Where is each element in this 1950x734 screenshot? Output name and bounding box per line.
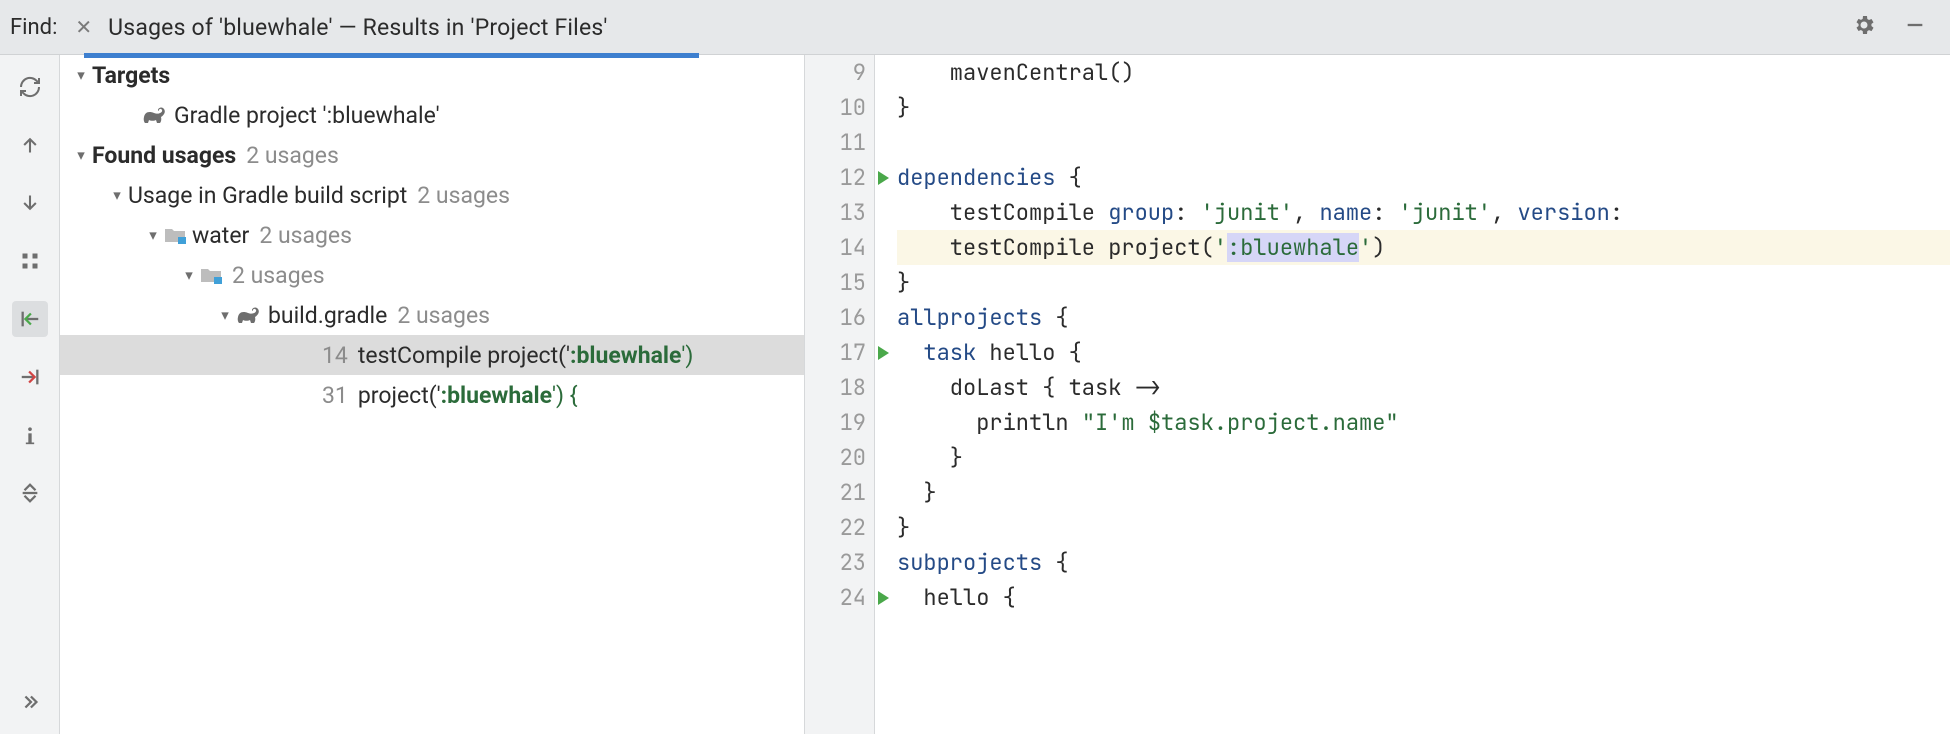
run-gutter-icon[interactable] bbox=[878, 171, 889, 185]
gradle-icon bbox=[236, 305, 262, 325]
code-line[interactable]: subprojects { bbox=[897, 545, 1950, 580]
code-preview: 9101112131415161718192021222324 mavenCen… bbox=[805, 55, 1950, 734]
rerun-icon[interactable] bbox=[12, 69, 48, 105]
code-area[interactable]: mavenCentral()} dependencies { testCompil… bbox=[897, 55, 1950, 734]
import-icon[interactable] bbox=[12, 301, 48, 337]
target-project-node[interactable]: Gradle project ':bluewhale' bbox=[60, 95, 804, 135]
code-line[interactable]: allprojects { bbox=[897, 300, 1950, 335]
folder-node-anon[interactable]: ▾ 2 usages bbox=[60, 255, 804, 295]
line-number: 11 bbox=[805, 125, 866, 160]
find-header: Find: ✕ Usages of 'bluewhale' — Results … bbox=[0, 0, 1950, 55]
line-number: 18 bbox=[805, 370, 866, 405]
find-toolbar bbox=[0, 55, 60, 734]
usage-count: 2 usages bbox=[246, 142, 339, 169]
chevron-down-icon[interactable]: ▾ bbox=[214, 306, 236, 324]
active-tab-indicator bbox=[84, 53, 699, 58]
line-number: 31 bbox=[322, 382, 348, 409]
code-line[interactable]: } bbox=[897, 440, 1950, 475]
code-line[interactable]: } bbox=[897, 510, 1950, 545]
chevron-down-icon[interactable]: ▾ bbox=[70, 66, 92, 84]
folder-node-water[interactable]: ▾ water 2 usages bbox=[60, 215, 804, 255]
line-number: 17 bbox=[805, 335, 866, 370]
line-number: 15 bbox=[805, 265, 866, 300]
code-line[interactable]: hello { bbox=[897, 580, 1950, 615]
chevron-down-icon[interactable]: ▾ bbox=[142, 226, 164, 244]
code-line[interactable]: println "I'm $task.project.name" bbox=[897, 405, 1950, 440]
code-line[interactable]: testCompile group: 'junit', name: 'junit… bbox=[897, 195, 1950, 230]
line-number: 14 bbox=[322, 342, 348, 369]
usages-tree: ▾ Targets Gradle project ':bluewhale' ▾ … bbox=[60, 55, 805, 734]
prev-occurrence-icon[interactable] bbox=[12, 127, 48, 163]
usage-result-1[interactable]: 14 testCompile project(':bluewhale') bbox=[60, 335, 804, 375]
line-gutter: 9101112131415161718192021222324 bbox=[805, 55, 875, 734]
folder-icon bbox=[164, 226, 186, 244]
usage-count: 2 usages bbox=[397, 302, 490, 329]
code-line[interactable]: } bbox=[897, 265, 1950, 300]
line-number: 16 bbox=[805, 300, 866, 335]
info-icon[interactable] bbox=[12, 417, 48, 453]
group-node[interactable]: ▾ Usage in Gradle build script 2 usages bbox=[60, 175, 804, 215]
code-line[interactable]: } bbox=[897, 90, 1950, 125]
file-node[interactable]: ▾ build.gradle 2 usages bbox=[60, 295, 804, 335]
find-label: Find: bbox=[0, 15, 67, 40]
usage-count: 2 usages bbox=[417, 182, 510, 209]
line-number: 23 bbox=[805, 545, 866, 580]
found-usages-node[interactable]: ▾ Found usages 2 usages bbox=[60, 135, 804, 175]
chevron-down-icon[interactable]: ▾ bbox=[178, 266, 200, 284]
target-project-label: Gradle project ':bluewhale' bbox=[174, 102, 440, 129]
line-number: 13 bbox=[805, 195, 866, 230]
line-number: 14 bbox=[805, 230, 866, 265]
usage-result-2[interactable]: 31 project(':bluewhale') { bbox=[60, 375, 804, 415]
more-icon[interactable] bbox=[12, 684, 48, 720]
targets-node[interactable]: ▾ Targets bbox=[60, 55, 804, 95]
minimize-icon[interactable] bbox=[1890, 14, 1940, 41]
next-occurrence-icon[interactable] bbox=[12, 185, 48, 221]
line-number: 9 bbox=[805, 55, 866, 90]
gear-icon[interactable] bbox=[1838, 13, 1890, 42]
chevron-down-icon[interactable]: ▾ bbox=[106, 186, 128, 204]
folder-icon bbox=[200, 266, 222, 284]
run-gutter-icon[interactable] bbox=[878, 346, 889, 360]
line-number: 22 bbox=[805, 510, 866, 545]
usage-count: 2 usages bbox=[259, 222, 352, 249]
code-line[interactable]: } bbox=[897, 475, 1950, 510]
code-line[interactable]: dependencies { bbox=[897, 160, 1950, 195]
find-tab-title[interactable]: Usages of 'bluewhale' — Results in 'Proj… bbox=[100, 14, 615, 41]
usage-count: 2 usages bbox=[232, 262, 325, 289]
line-number: 19 bbox=[805, 405, 866, 440]
expand-all-icon[interactable] bbox=[12, 475, 48, 511]
group-by-icon[interactable] bbox=[12, 243, 48, 279]
code-line[interactable]: doLast { task -> bbox=[897, 370, 1950, 405]
chevron-down-icon[interactable]: ▾ bbox=[70, 146, 92, 164]
gradle-icon bbox=[142, 105, 168, 125]
code-line[interactable]: mavenCentral() bbox=[897, 55, 1950, 90]
line-number: 20 bbox=[805, 440, 866, 475]
run-gutter-icon[interactable] bbox=[878, 591, 889, 605]
line-number: 12 bbox=[805, 160, 866, 195]
line-number: 10 bbox=[805, 90, 866, 125]
close-tab-icon[interactable]: ✕ bbox=[67, 15, 100, 39]
code-line[interactable]: testCompile project(':bluewhale') bbox=[897, 230, 1950, 265]
code-line[interactable]: task hello { bbox=[897, 335, 1950, 370]
export-icon[interactable] bbox=[12, 359, 48, 395]
line-number: 24 bbox=[805, 580, 866, 615]
line-number: 21 bbox=[805, 475, 866, 510]
code-line[interactable] bbox=[897, 125, 1950, 160]
run-gutter bbox=[875, 55, 897, 734]
